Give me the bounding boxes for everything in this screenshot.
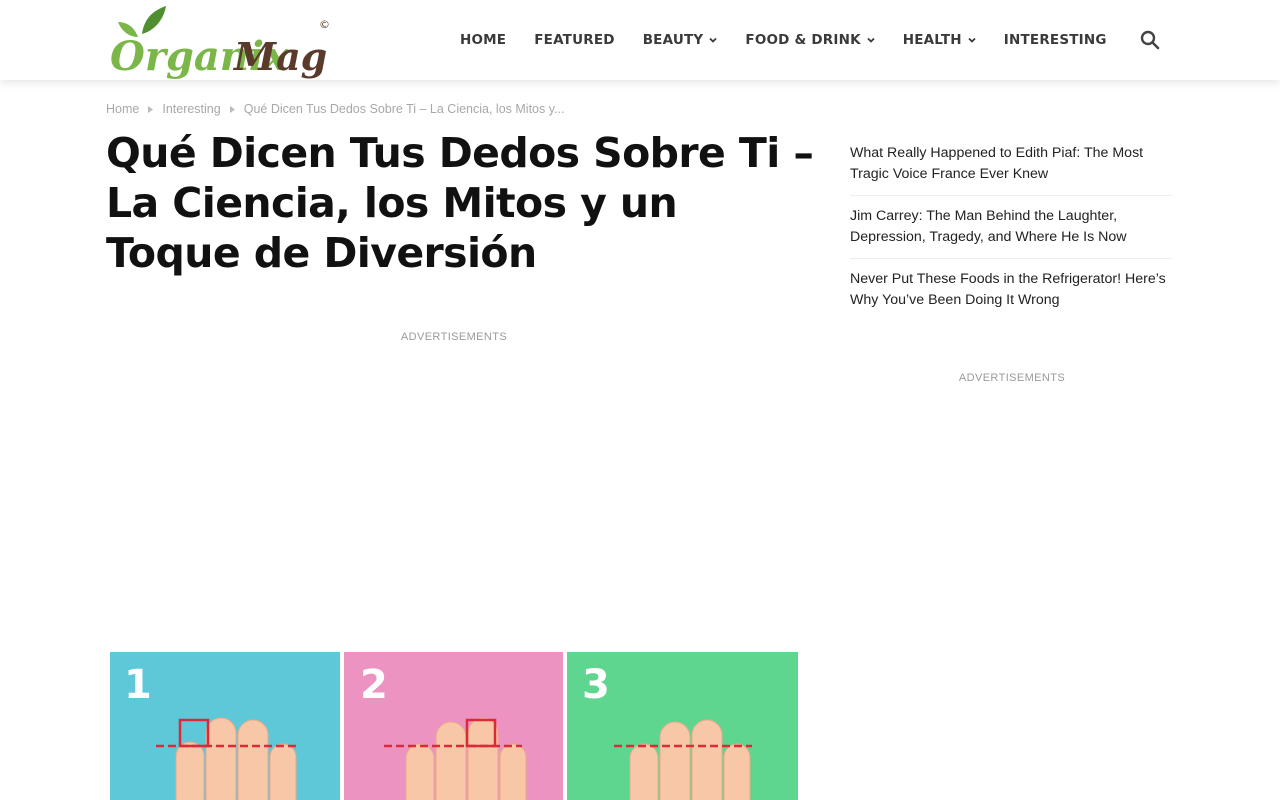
search-icon <box>1140 30 1160 50</box>
logo-text-mag: Mag <box>232 34 327 79</box>
nav-item-label: FOOD & DRINK <box>745 32 861 48</box>
nav-item-label: BEAUTY <box>642 32 704 48</box>
chevron-down-icon <box>968 37 976 43</box>
advertisement-label: ADVERTISEMENTS <box>400 331 508 343</box>
panel-number: 3 <box>582 662 610 708</box>
related-post-link[interactable]: Never Put These Foods in the Refrigerato… <box>850 269 1172 321</box>
nav-item-label: HEALTH <box>902 32 962 48</box>
nav-item-food-drink[interactable]: FOOD & DRINK <box>745 32 875 48</box>
nav-item-home[interactable]: HOME <box>460 32 506 48</box>
nav-item-interesting[interactable]: INTERESTING <box>1004 32 1107 48</box>
sidebar-advertisement-label: ADVERTISEMENTS <box>958 372 1066 384</box>
nav-item-health[interactable]: HEALTH <box>903 32 976 48</box>
breadcrumb: Home Interesting Qué Dicen Tus Dedos Sob… <box>106 102 564 116</box>
nav-item-beauty[interactable]: BEAUTY <box>643 32 718 48</box>
leaf-icon <box>142 6 166 34</box>
article-image: 1 2 3 <box>110 652 798 800</box>
nav-item-featured[interactable]: FEATURED <box>534 32 614 48</box>
breadcrumb-interesting[interactable]: Interesting <box>162 102 220 116</box>
search-button[interactable] <box>1138 28 1162 52</box>
panel-number: 1 <box>124 662 152 708</box>
related-post-link[interactable]: Jim Carrey: The Man Behind the Laughter,… <box>850 206 1172 259</box>
site-logo[interactable]: Organix Mag © <box>108 4 333 80</box>
sidebar-related-posts: What Really Happened to Edith Piaf: The … <box>850 143 1172 331</box>
breadcrumb-current: Qué Dicen Tus Dedos Sobre Ti – La Cienci… <box>243 102 565 116</box>
related-post-link[interactable]: What Really Happened to Edith Piaf: The … <box>850 143 1172 196</box>
breadcrumb-home[interactable]: Home <box>106 102 139 116</box>
page-title: Qué Dicen Tus Dedos Sobre Ti – La Cienci… <box>106 129 814 277</box>
main-nav: HOME FEATURED BEAUTY FOOD & DRINK HEALTH… <box>460 0 1135 80</box>
nav-item-label: INTERESTING <box>1003 32 1107 48</box>
nav-item-label: HOME <box>460 32 507 48</box>
panel-number: 2 <box>360 662 388 708</box>
chevron-down-icon <box>709 37 718 43</box>
breadcrumb-separator-icon <box>229 105 235 113</box>
site-header: Organix Mag © HOME FEATURED BEAUTY FOOD … <box>0 0 1280 80</box>
breadcrumb-separator-icon <box>148 105 154 113</box>
logo-copyright: © <box>319 18 330 31</box>
nav-item-label: FEATURED <box>534 32 615 48</box>
chevron-down-icon <box>867 37 875 43</box>
